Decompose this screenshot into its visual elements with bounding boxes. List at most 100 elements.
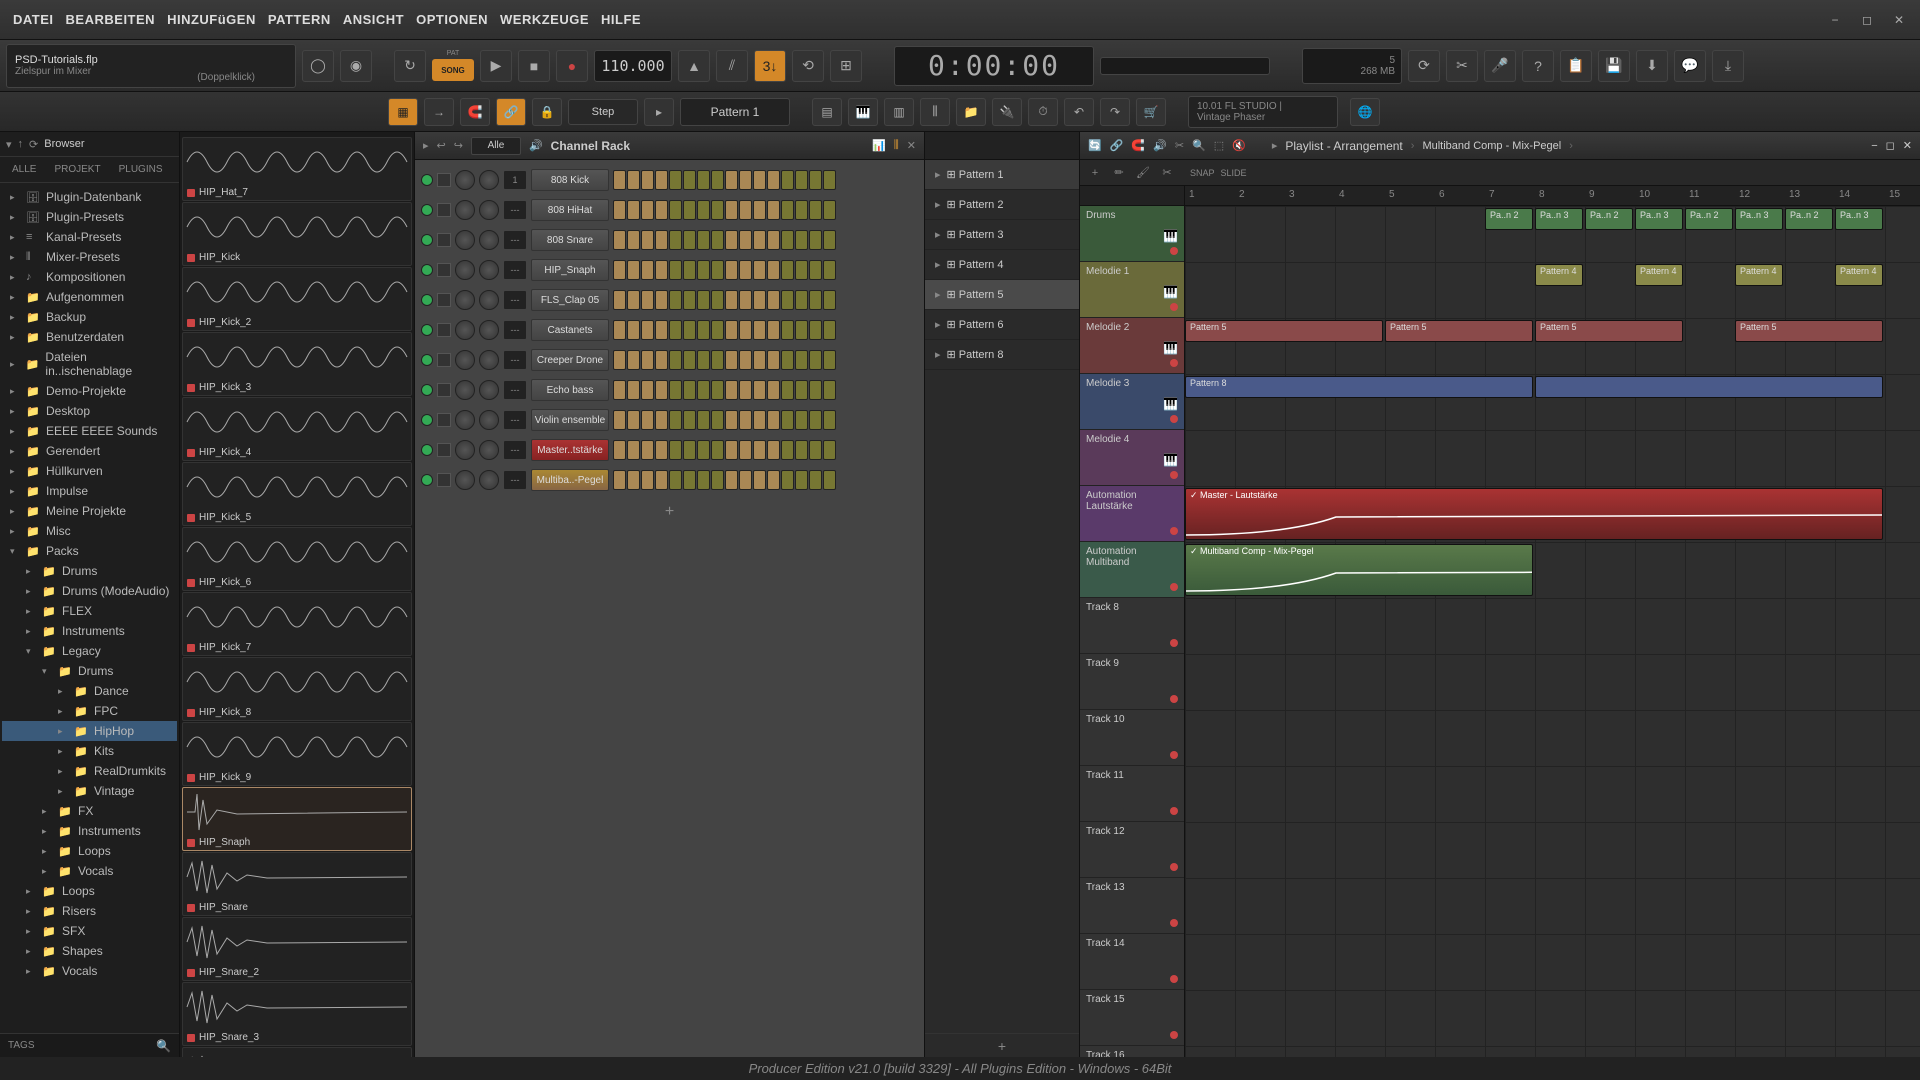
step-button[interactable]	[809, 230, 822, 250]
menu-werkzeuge[interactable]: WERKZEUGE	[495, 9, 594, 30]
browser-tab-projekt[interactable]: PROJEKT	[46, 160, 108, 179]
step-button[interactable]	[753, 200, 766, 220]
tree-item[interactable]: ▸📁Dateien in..ischenablage	[2, 347, 177, 381]
tree-item[interactable]: ▸📁Aufgenommen	[2, 287, 177, 307]
mixer-channel[interactable]: 1	[503, 170, 527, 190]
channel-led[interactable]	[421, 174, 433, 186]
playlist-clip[interactable]: Pa..n 2	[1585, 208, 1633, 230]
step-button[interactable]	[697, 380, 710, 400]
step-button[interactable]	[613, 200, 626, 220]
sample-item[interactable]: HIP_Kick_3	[182, 332, 412, 396]
step-button[interactable]	[739, 410, 752, 430]
step-button[interactable]	[795, 320, 808, 340]
step-button[interactable]	[739, 260, 752, 280]
step-button[interactable]	[725, 260, 738, 280]
step-button[interactable]	[655, 290, 668, 310]
vol-knob[interactable]	[479, 470, 499, 490]
step-button[interactable]	[823, 410, 836, 430]
channel-led[interactable]	[421, 234, 433, 246]
step-button[interactable]	[753, 230, 766, 250]
redo-icon[interactable]: ↪	[454, 139, 463, 152]
step-button[interactable]	[823, 350, 836, 370]
sample-item[interactable]: HIP_Kick_4	[182, 397, 412, 461]
track-header[interactable]: Track 8	[1080, 598, 1184, 654]
step-button[interactable]	[697, 290, 710, 310]
step-button[interactable]	[627, 380, 640, 400]
step-button[interactable]	[697, 350, 710, 370]
link-icon[interactable]: 🔗	[496, 98, 526, 126]
step-button[interactable]	[711, 290, 724, 310]
playlist-clip[interactable]: Pa..n 3	[1635, 208, 1683, 230]
playlist-clip[interactable]: Pa..n 2	[1785, 208, 1833, 230]
piano-roll-icon[interactable]: 🎹	[848, 98, 878, 126]
step-button[interactable]	[795, 230, 808, 250]
channel-rack-icon[interactable]: ▥	[884, 98, 914, 126]
step-button[interactable]	[767, 380, 780, 400]
tree-item[interactable]: ▸🗄Plugin-Datenbank	[2, 187, 177, 207]
mute-button[interactable]	[437, 473, 451, 487]
step-button[interactable]	[795, 260, 808, 280]
step-button[interactable]	[767, 470, 780, 490]
step-button[interactable]	[669, 350, 682, 370]
step-button[interactable]	[739, 230, 752, 250]
pan-knob[interactable]	[455, 260, 475, 280]
step-button[interactable]	[725, 290, 738, 310]
step-button[interactable]	[655, 200, 668, 220]
step-button[interactable]	[809, 200, 822, 220]
track-header[interactable]: Track 9	[1080, 654, 1184, 710]
track-header[interactable]: Melodie 1🎹	[1080, 262, 1184, 318]
step-button[interactable]	[655, 440, 668, 460]
menu-ansicht[interactable]: ANSICHT	[338, 9, 409, 30]
step-button[interactable]	[809, 320, 822, 340]
track-header[interactable]: Melodie 4🎹	[1080, 430, 1184, 486]
menu-datei[interactable]: DATEI	[8, 9, 59, 30]
cut-icon[interactable]: ✂	[1175, 139, 1184, 152]
menu-pattern[interactable]: PATTERN	[263, 9, 336, 30]
step-button[interactable]	[725, 470, 738, 490]
tree-item[interactable]: ▸📁Loops	[2, 841, 177, 861]
step-button[interactable]	[753, 260, 766, 280]
tags-bar[interactable]: TAGS 🔍	[0, 1033, 179, 1057]
step-button[interactable]	[795, 440, 808, 460]
tree-item[interactable]: ▸📁Drums (ModeAudio)	[2, 581, 177, 601]
browser-tab-plugins[interactable]: PLUGINS	[111, 160, 171, 179]
sample-item[interactable]: HIP_Kick_7	[182, 592, 412, 656]
vol-knob[interactable]	[479, 410, 499, 430]
metronome-icon[interactable]: ▲	[678, 50, 710, 82]
pattern-item[interactable]: ▸⊞ Pattern 8	[925, 340, 1079, 370]
pan-knob[interactable]	[455, 470, 475, 490]
pan-knob[interactable]	[455, 350, 475, 370]
browser-icon[interactable]: 📁	[956, 98, 986, 126]
track-mute-dot[interactable]	[1170, 807, 1178, 815]
mute-button[interactable]	[437, 233, 451, 247]
step-button[interactable]	[641, 380, 654, 400]
step-button[interactable]	[683, 260, 696, 280]
channel-name[interactable]: Violin ensemble	[531, 409, 609, 431]
pan-knob[interactable]	[455, 440, 475, 460]
loop-icon[interactable]: ↻	[394, 50, 426, 82]
step-button[interactable]	[669, 440, 682, 460]
step-button[interactable]	[809, 170, 822, 190]
tree-item[interactable]: ▸📁Impulse	[2, 481, 177, 501]
step-button[interactable]	[669, 170, 682, 190]
step-button[interactable]	[669, 380, 682, 400]
maximize-icon[interactable]: ◻	[1886, 139, 1895, 152]
step-button[interactable]	[711, 380, 724, 400]
step-button[interactable]	[655, 320, 668, 340]
step-button[interactable]	[683, 230, 696, 250]
playlist-clip[interactable]: Pattern 5	[1735, 320, 1883, 342]
mute-button[interactable]	[437, 293, 451, 307]
redo-icon[interactable]: ↷	[1100, 98, 1130, 126]
snap-selector[interactable]: Step	[568, 99, 638, 125]
menu-optionen[interactable]: OPTIONEN	[411, 9, 493, 30]
step-button[interactable]	[795, 470, 808, 490]
pattern-mode-icon[interactable]: ▦	[388, 98, 418, 126]
step-button[interactable]	[613, 380, 626, 400]
tempo-display[interactable]: 110.000	[594, 50, 672, 82]
step-button[interactable]	[725, 350, 738, 370]
automation-clip[interactable]: ✓ Master - Lautstärke	[1185, 488, 1883, 540]
menu-bearbeiten[interactable]: BEARBEITEN	[61, 9, 161, 30]
playlist-breadcrumb[interactable]: Multiband Comp - Mix-Pegel	[1422, 140, 1561, 152]
channel-led[interactable]	[421, 204, 433, 216]
step-button[interactable]	[683, 170, 696, 190]
